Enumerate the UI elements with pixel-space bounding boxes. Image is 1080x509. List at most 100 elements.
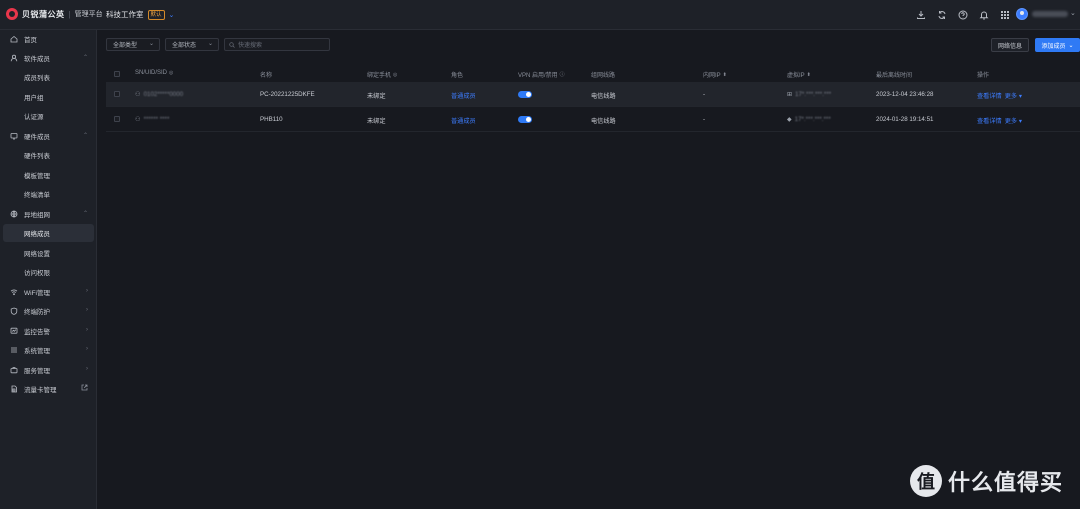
sidebar-item-wifi-management[interactable]: WiFi管理 › xyxy=(0,283,97,301)
sidebar-item-data-card-management[interactable]: 流量卡管理 xyxy=(0,380,97,398)
header-vpn: VPN 启用/禁用 ⓘ xyxy=(518,70,565,79)
table-row[interactable]: ⚇ 0102*****0000 PC-20221225DKFE 未绑定 普通成员… xyxy=(106,82,1080,107)
chevron-right-icon: › xyxy=(86,288,88,294)
sidebar-item-label: 终端清单 xyxy=(24,192,50,199)
search-placeholder: 快速搜索 xyxy=(238,43,263,49)
info-icon[interactable]: ⓘ xyxy=(560,71,565,78)
chevron-up-icon: ⌃ xyxy=(82,55,88,61)
name-cell: PHB110 xyxy=(260,116,283,123)
brand-logo-icon xyxy=(6,8,18,20)
chevron-up-icon: ⌃ xyxy=(82,211,88,217)
sidebar-item-user-groups[interactable]: 用户组 xyxy=(0,88,97,106)
sidebar-item-terminal-list[interactable]: 终端清单 xyxy=(0,185,97,203)
sidebar-item-auth-sources[interactable]: 认证源 xyxy=(0,107,97,125)
sidebar-item-hardware-members[interactable]: 硬件成员 ⌃ xyxy=(0,127,97,145)
sidebar-item-hardware-list[interactable]: 硬件列表 xyxy=(0,146,97,164)
sort-icon[interactable]: ⬍ xyxy=(723,72,727,78)
actions-cell: 查看详情 更多 ▾ xyxy=(977,116,1022,125)
sidebar-item-system-management[interactable]: 系统管理 › xyxy=(0,341,97,359)
sidebar-item-label: 终端防护 xyxy=(24,309,50,316)
sn-value-redacted: ****** **** xyxy=(143,116,170,123)
sidebar-item-template-management[interactable]: 模板管理 xyxy=(0,166,97,184)
more-dropdown[interactable]: 更多 ▾ xyxy=(1005,116,1022,125)
header-lan-ip[interactable]: 内网IP ⬍ xyxy=(703,70,727,80)
sidebar-item-label: 网络设置 xyxy=(24,251,50,258)
sidebar-item-remote-networking[interactable]: 异地组网 ⌃ xyxy=(0,205,97,223)
header-label: SN/UID/SID xyxy=(135,70,168,76)
vpn-toggle[interactable] xyxy=(518,91,532,98)
role-link[interactable]: 普通成员 xyxy=(451,91,476,100)
type-filter-select[interactable]: 全部类型 ⌄ xyxy=(106,38,160,51)
eye-icon[interactable]: ◎ xyxy=(393,72,397,78)
main-content: 全部类型 ⌄ 全部状态 ⌄ 快速搜索 网络信息 添加成员 ⌄ SN/UID/SI… xyxy=(98,30,1080,509)
row-checkbox[interactable] xyxy=(114,91,120,97)
header-actions: 操作 xyxy=(977,73,990,79)
brand-logo[interactable]: 贝锐蒲公英 | 管理平台 xyxy=(6,8,103,20)
quick-search-input[interactable]: 快速搜索 xyxy=(224,38,330,51)
user-avatar[interactable] xyxy=(1016,8,1028,20)
virtual-ip-cell: ⊞ 17*.***.***.*** xyxy=(787,91,831,98)
workspace-switcher[interactable]: 科技工作室 默认 ⌄ xyxy=(106,9,174,20)
view-details-link[interactable]: 查看详情 xyxy=(977,91,1002,100)
add-member-button[interactable]: 添加成员 ⌄ xyxy=(1035,38,1080,52)
chevron-right-icon: › xyxy=(86,307,88,313)
sidebar-item-network-members[interactable]: 网络成员 xyxy=(3,224,94,242)
sidebar-item-terminal-protection[interactable]: 终端防护 › xyxy=(0,302,97,320)
sidebar-item-home[interactable]: 首页 xyxy=(0,30,97,48)
table-row[interactable]: ⚇ ****** **** PHB110 未绑定 普通成员 电信线路 - ◆ 1… xyxy=(106,107,1080,132)
status-filter-select[interactable]: 全部状态 ⌄ xyxy=(165,38,219,51)
wifi-icon xyxy=(9,288,18,297)
workspace-name: 科技工作室 xyxy=(106,10,144,19)
sidebar-item-label: 监控告警 xyxy=(24,329,50,336)
sidebar-item-label: 访问权限 xyxy=(24,270,50,277)
sidebar-item-access-permissions[interactable]: 访问权限 xyxy=(0,263,97,281)
last-offline-cell: 2023-12-04 23:46:28 xyxy=(876,91,934,98)
more-label: 更多 xyxy=(1004,118,1018,125)
sidebar-item-label: WiFi管理 xyxy=(24,290,50,297)
brand-separator: | xyxy=(68,9,71,19)
header-virtual-ip[interactable]: 虚拟IP ⬍ xyxy=(787,70,811,80)
header-route: 组网线路 xyxy=(591,73,616,79)
bell-icon[interactable] xyxy=(974,5,994,25)
row-checkbox[interactable] xyxy=(114,116,120,122)
virtual-ip-cell: ◆ 17*.***.***.*** xyxy=(787,116,831,123)
sidebar-item-software-members[interactable]: 软件成员 ⌃ xyxy=(0,49,97,67)
phone-cell: 未绑定 xyxy=(367,93,386,100)
sidebar-item-label: 服务管理 xyxy=(24,368,50,375)
shield-icon xyxy=(9,307,18,316)
vpn-toggle[interactable] xyxy=(518,116,532,123)
chevron-down-icon[interactable]: ⌄ xyxy=(1070,9,1076,17)
more-dropdown[interactable]: 更多 ▾ xyxy=(1005,91,1022,100)
name-cell: PC-20221225DKFE xyxy=(260,91,315,98)
user-name-redacted[interactable] xyxy=(1032,11,1068,17)
apps-grid-icon[interactable] xyxy=(995,5,1015,25)
windows-icon: ⊞ xyxy=(787,92,793,98)
user-icon: ⚇ xyxy=(135,91,141,98)
sidebar-item-service-management[interactable]: 服务管理 › xyxy=(0,361,97,379)
sidebar-item-label: 模板管理 xyxy=(24,173,50,180)
header-name: 名称 xyxy=(260,73,273,79)
sidebar-item-label: 认证源 xyxy=(24,114,44,121)
brand-subtitle: 管理平台 xyxy=(74,11,103,18)
role-link[interactable]: 普通成员 xyxy=(451,116,476,125)
lan-ip-cell: - xyxy=(703,116,706,123)
briefcase-icon xyxy=(9,366,18,375)
header-label: 虚拟IP xyxy=(787,73,805,79)
sidebar: 首页 软件成员 ⌃ 成员列表 用户组 认证源 硬件成员 ⌃ 硬件列表 模板管理 … xyxy=(0,30,97,509)
sidebar-item-member-list[interactable]: 成员列表 xyxy=(0,68,97,86)
sidebar-item-label: 网络成员 xyxy=(24,231,50,238)
help-icon[interactable] xyxy=(953,5,973,25)
view-details-link[interactable]: 查看详情 xyxy=(977,116,1002,125)
sidebar-item-label: 软件成员 xyxy=(24,56,50,63)
chevron-right-icon: › xyxy=(86,346,88,352)
select-all-checkbox[interactable] xyxy=(114,71,120,77)
sidebar-item-monitoring-alerts[interactable]: 监控告警 › xyxy=(0,322,97,340)
sidebar-item-network-settings[interactable]: 网络设置 xyxy=(0,244,97,262)
sync-icon[interactable] xyxy=(932,5,952,25)
chevron-up-icon: ⌃ xyxy=(82,133,88,139)
sort-icon[interactable]: ⬍ xyxy=(807,72,811,78)
virtual-ip-redacted: 17*.***.***.*** xyxy=(795,91,832,98)
eye-icon[interactable]: ◎ xyxy=(169,70,173,76)
network-info-button[interactable]: 网络信息 xyxy=(991,38,1029,52)
download-icon[interactable] xyxy=(911,5,931,25)
